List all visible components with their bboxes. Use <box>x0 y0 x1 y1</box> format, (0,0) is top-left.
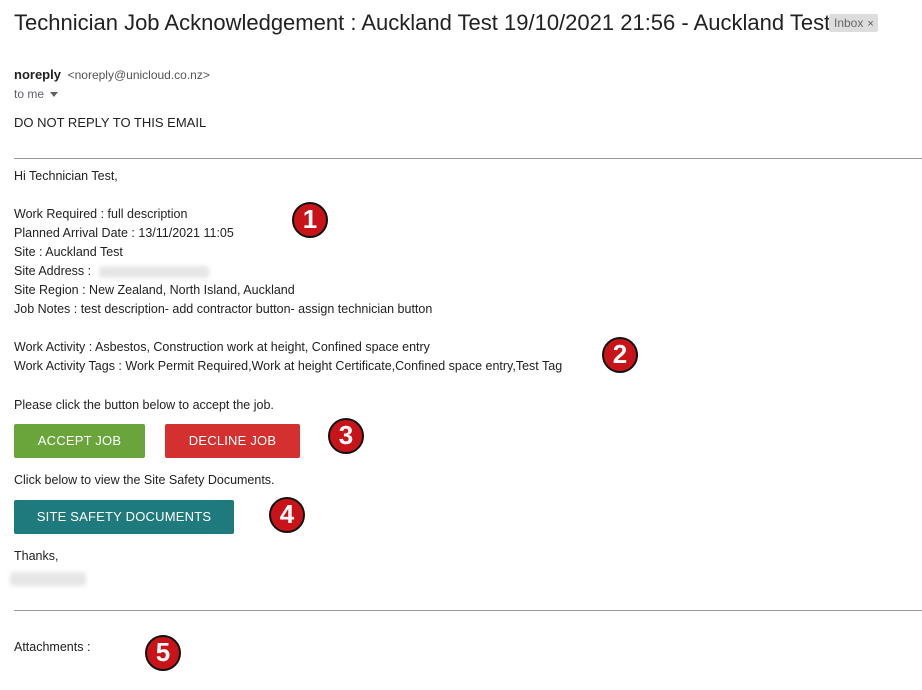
footer-divider <box>14 610 922 611</box>
redacted-address <box>98 265 209 278</box>
accept-prompt: Please click the button below to accept … <box>14 398 274 412</box>
site: Site : Auckland Test <box>14 245 123 259</box>
email-subject: Technician Job Acknowledgement : Aucklan… <box>14 10 831 35</box>
work-activity-tags: Work Activity Tags : Work Permit Require… <box>14 359 563 373</box>
site-address-label: Site Address : <box>14 264 92 278</box>
attachments-label: Attachments : <box>14 640 91 654</box>
site-region: Site Region : New Zealand, North Island,… <box>14 283 295 297</box>
thanks: Thanks, <box>14 549 59 563</box>
email-view: Technician Job Acknowledgement : Aucklan… <box>0 0 922 690</box>
do-not-reply-notice: DO NOT REPLY TO THIS EMAIL <box>14 115 207 130</box>
docs-prompt: Click below to view the Site Safety Docu… <box>14 473 275 487</box>
planned-arrival-date: Planned Arrival Date : 13/11/2021 11:05 <box>14 226 234 240</box>
recipient-details-toggle[interactable]: to me <box>14 87 59 101</box>
work-activity: Work Activity : Asbestos, Construction w… <box>14 340 430 354</box>
header-divider <box>14 158 922 159</box>
sender-email: <noreply@unicloud.co.nz> <box>67 68 210 82</box>
remove-label-icon[interactable]: × <box>867 18 873 30</box>
chevron-down-icon <box>50 92 59 98</box>
inbox-label-text: Inbox <box>834 16 864 30</box>
greeting: Hi Technician Test, <box>14 169 118 183</box>
recipient-text: to me <box>14 87 45 101</box>
redacted-signature <box>10 570 86 588</box>
sender-name[interactable]: noreply <box>14 67 61 82</box>
site-safety-documents-button[interactable]: SITE SAFETY DOCUMENTS <box>14 500 234 534</box>
annotation-marker-5: 5 <box>145 635 181 671</box>
decline-job-button[interactable]: DECLINE JOB <box>165 424 300 458</box>
annotation-marker-4: 4 <box>269 497 305 533</box>
annotation-marker-3: 3 <box>328 418 364 454</box>
annotation-marker-2: 2 <box>602 337 638 373</box>
work-required: Work Required : full description <box>14 207 188 221</box>
redacted-signature-block <box>10 571 86 586</box>
sender-line: noreply <noreply@unicloud.co.nz> <box>14 67 210 82</box>
job-notes: Job Notes : test description- add contra… <box>14 302 433 316</box>
accept-job-button[interactable]: ACCEPT JOB <box>14 424 145 458</box>
annotation-marker-1: 1 <box>292 202 328 238</box>
site-address: Site Address : <box>14 262 209 280</box>
inbox-label-chip[interactable]: Inbox × <box>829 14 878 32</box>
